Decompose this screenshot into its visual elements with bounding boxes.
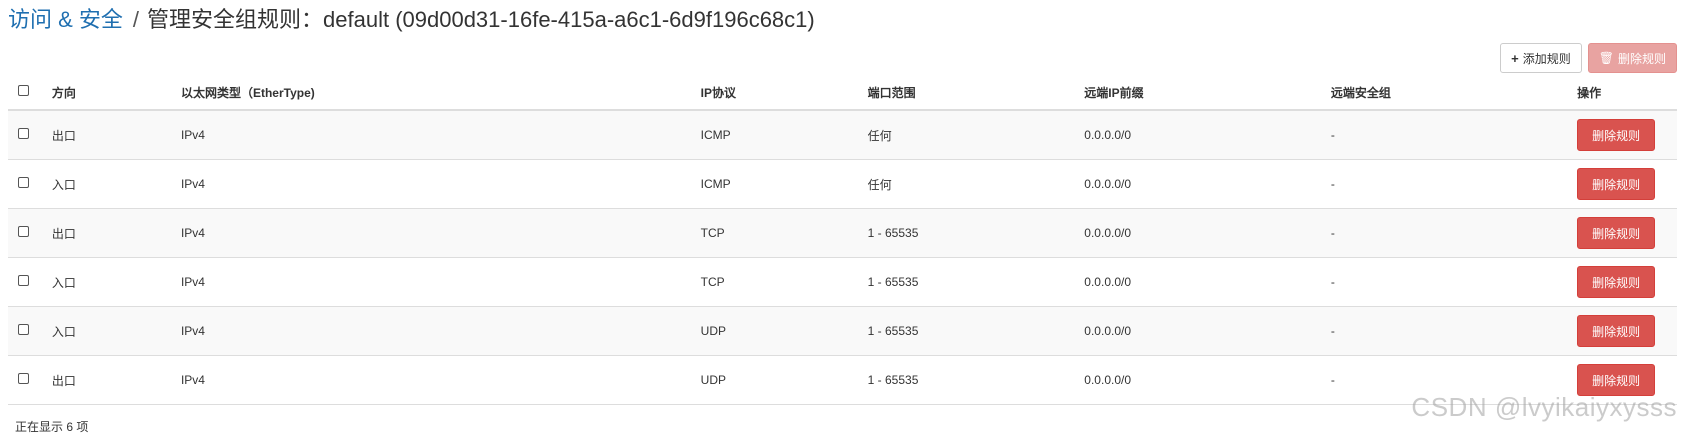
delete-rule-button[interactable]: 删除规则 [1577, 217, 1656, 249]
select-all-checkbox[interactable] [18, 85, 29, 96]
header-remote-ip-prefix[interactable]: 远端IP前缀 [1084, 75, 1331, 111]
cell-actions: 删除规则 [1577, 159, 1677, 209]
cell-remote-group: - [1330, 110, 1578, 160]
cell-remote-prefix: 0.0.0.0/0 [1084, 355, 1331, 405]
header-select-all [8, 75, 52, 111]
cell-actions: 删除规则 [1577, 110, 1677, 160]
add-rule-button[interactable]: + 添加规则 [1500, 43, 1582, 73]
row-select-cell [8, 159, 52, 209]
delete-rules-label: 删除规则 [1617, 51, 1666, 66]
cell-direction: 出口 [51, 110, 181, 160]
add-rule-label: 添加规则 [1522, 51, 1571, 66]
row-checkbox[interactable] [18, 275, 29, 286]
header-remote-security-group[interactable]: 远端安全组 [1330, 75, 1578, 111]
delete-rule-button[interactable]: 删除规则 [1577, 168, 1656, 200]
delete-rule-button[interactable]: 删除规则 [1577, 315, 1656, 347]
cell-port-range: 1 - 65535 [867, 355, 1085, 405]
row-checkbox[interactable] [18, 177, 29, 188]
header-actions: 操作 [1577, 75, 1677, 111]
table-row: 入口 IPv4 TCP 1 - 65535 0.0.0.0/0 - 删除规则 [8, 257, 1677, 307]
cell-ethertype: IPv4 [180, 355, 701, 405]
cell-remote-prefix: 0.0.0.0/0 [1084, 159, 1331, 209]
cell-protocol: TCP [700, 208, 868, 258]
cell-port-range: 任何 [867, 110, 1085, 160]
row-checkbox[interactable] [18, 373, 29, 384]
cell-port-range: 1 - 65535 [867, 306, 1085, 356]
cell-remote-prefix: 0.0.0.0/0 [1084, 306, 1331, 356]
cell-protocol: ICMP [700, 110, 868, 160]
cell-direction: 出口 [51, 355, 181, 405]
row-checkbox[interactable] [18, 226, 29, 237]
page-title: 管理安全组规则：default (09d00d31-16fe-415a-a6c1… [147, 7, 815, 32]
cell-actions: 删除规则 [1577, 208, 1677, 258]
cell-direction: 入口 [51, 306, 181, 356]
cell-actions: 删除规则 [1577, 306, 1677, 356]
cell-protocol: TCP [700, 257, 868, 307]
cell-direction: 入口 [51, 257, 181, 307]
cell-port-range: 1 - 65535 [867, 208, 1085, 258]
cell-direction: 入口 [51, 159, 181, 209]
cell-protocol: UDP [700, 306, 868, 356]
plus-icon: + [1511, 50, 1519, 66]
security-group-rules-table: 方向 以太网类型（EtherType) IP协议 端口范围 远端IP前缀 远端安… [8, 75, 1677, 405]
trash-icon: 🗑 [1598, 51, 1614, 65]
cell-ethertype: IPv4 [180, 110, 701, 160]
table-actions: + 添加规则 🗑 删除规则 [1500, 43, 1677, 73]
cell-actions: 删除规则 [1577, 257, 1677, 307]
breadcrumb-separator: / [132, 7, 140, 32]
header-port-range[interactable]: 端口范围 [867, 75, 1085, 111]
delete-rule-button[interactable]: 删除规则 [1577, 119, 1656, 151]
table-row: 出口 IPv4 TCP 1 - 65535 0.0.0.0/0 - 删除规则 [8, 208, 1677, 258]
cell-ethertype: IPv4 [180, 208, 701, 258]
cell-ethertype: IPv4 [180, 306, 701, 356]
row-checkbox[interactable] [18, 128, 29, 139]
row-select-cell [8, 355, 52, 405]
cell-protocol: ICMP [700, 159, 868, 209]
row-select-cell [8, 257, 52, 307]
table-row: 入口 IPv4 UDP 1 - 65535 0.0.0.0/0 - 删除规则 [8, 306, 1677, 356]
cell-remote-group: - [1330, 306, 1578, 356]
header-ethertype[interactable]: 以太网类型（EtherType) [180, 75, 701, 111]
row-checkbox[interactable] [18, 324, 29, 335]
table-header-row: 方向 以太网类型（EtherType) IP协议 端口范围 远端IP前缀 远端安… [8, 75, 1677, 111]
cell-remote-prefix: 0.0.0.0/0 [1084, 208, 1331, 258]
breadcrumb-access-security-link[interactable]: 访问 & 安全 [8, 7, 123, 32]
cell-remote-group: - [1330, 257, 1578, 307]
breadcrumb: 访问 & 安全 / 管理安全组规则：default (09d00d31-16fe-4… [8, 4, 815, 36]
cell-port-range: 1 - 65535 [867, 257, 1085, 307]
cell-ethertype: IPv4 [180, 159, 701, 209]
table-row: 入口 IPv4 ICMP 任何 0.0.0.0/0 - 删除规则 [8, 159, 1677, 209]
page: 访问 & 安全 / 管理安全组规则：default (09d00d31-16fe-4… [0, 0, 1685, 439]
item-count: 正在显示 6 项 [15, 420, 89, 434]
header-ip-protocol[interactable]: IP协议 [700, 75, 868, 111]
watermark: CSDN @lvyikaiyxysss [1411, 392, 1677, 422]
header-direction[interactable]: 方向 [51, 75, 181, 111]
table-row: 出口 IPv4 ICMP 任何 0.0.0.0/0 - 删除规则 [8, 110, 1677, 160]
cell-remote-group: - [1330, 159, 1578, 209]
delete-rule-button[interactable]: 删除规则 [1577, 266, 1656, 298]
cell-protocol: UDP [700, 355, 868, 405]
row-select-cell [8, 110, 52, 160]
cell-port-range: 任何 [867, 159, 1085, 209]
cell-remote-prefix: 0.0.0.0/0 [1084, 110, 1331, 160]
row-select-cell [8, 306, 52, 356]
delete-rules-button[interactable]: 🗑 删除规则 [1587, 43, 1677, 73]
row-select-cell [8, 208, 52, 258]
cell-direction: 出口 [51, 208, 181, 258]
cell-remote-group: - [1330, 208, 1578, 258]
cell-ethertype: IPv4 [180, 257, 701, 307]
cell-remote-prefix: 0.0.0.0/0 [1084, 257, 1331, 307]
